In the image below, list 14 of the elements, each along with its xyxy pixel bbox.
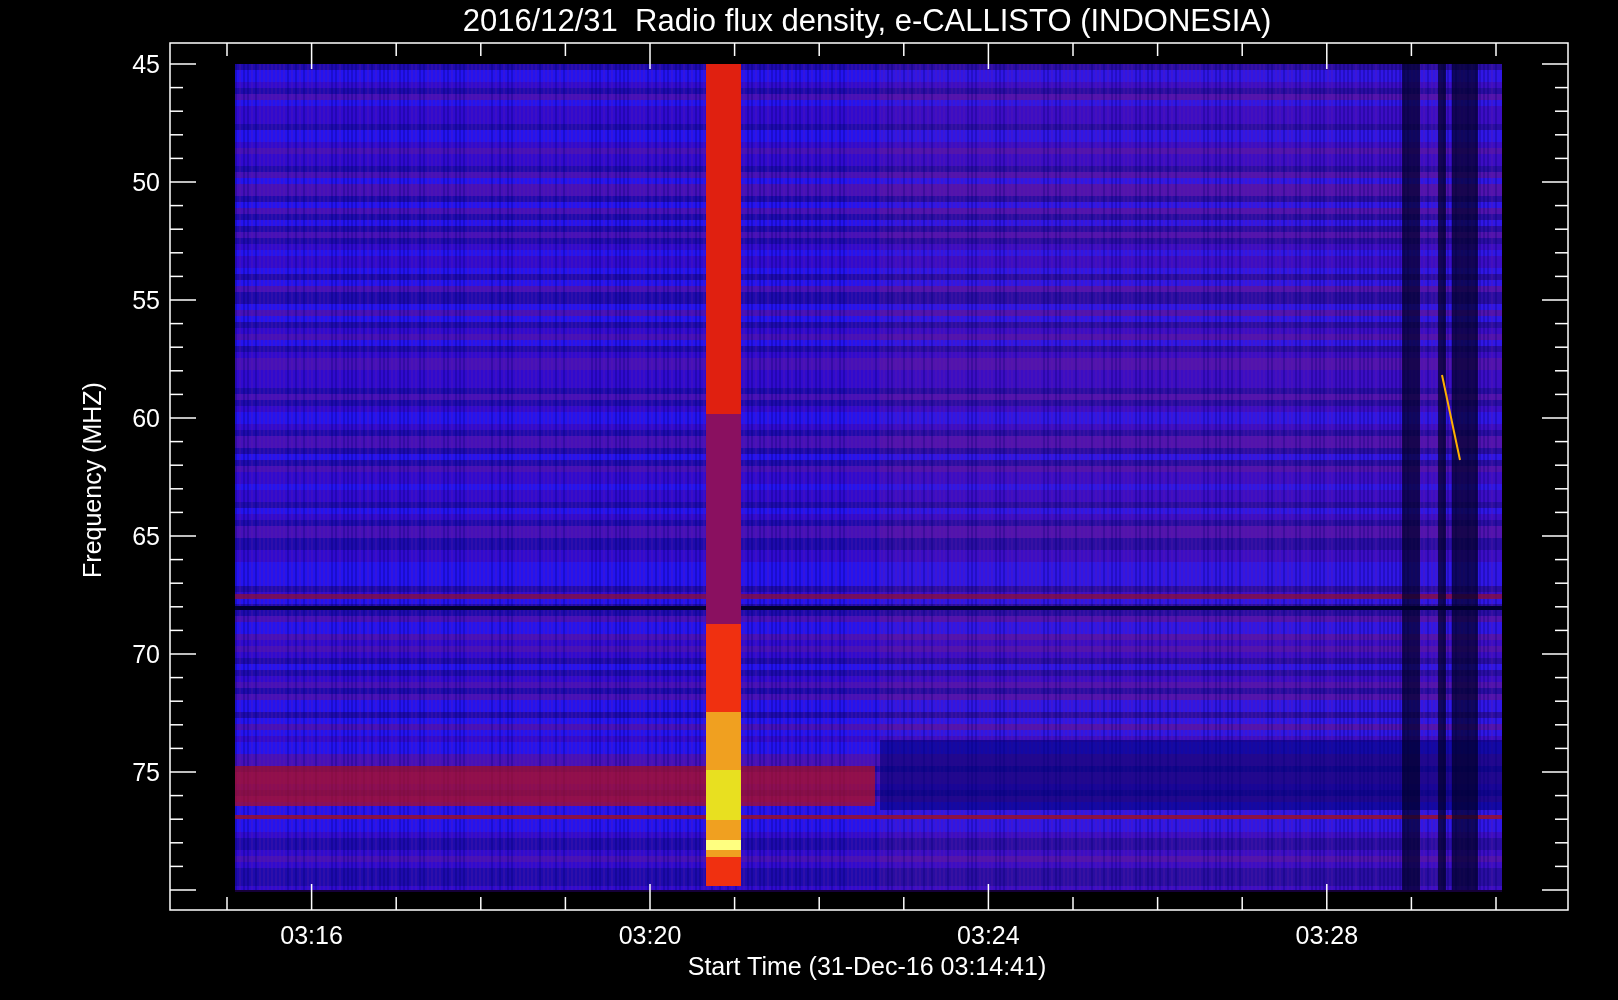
chart-title: 2016/12/31 Radio flux density, e-CALLISTO (INDONESIA) xyxy=(462,3,1272,38)
y-tick-label: 60 xyxy=(132,404,160,432)
x-tick-label: 03:20 xyxy=(618,921,682,949)
x-tick-label: 03:24 xyxy=(957,921,1020,949)
y-tick-label: 75 xyxy=(132,758,160,786)
y-tick-label: 50 xyxy=(132,168,160,196)
y-tick-label: 70 xyxy=(132,640,160,668)
y-tick-label: 55 xyxy=(132,286,160,314)
x-axis-label: Start Time (31-Dec-16 03:14:41) xyxy=(687,952,1047,980)
y-tick-label: 45 xyxy=(132,50,160,78)
x-tick-label: 03:28 xyxy=(1295,921,1359,949)
y-axis-label: Frequency (MHZ) xyxy=(78,382,106,578)
x-tick-label: 03:16 xyxy=(280,921,343,949)
y-tick-label: 65 xyxy=(132,522,160,550)
